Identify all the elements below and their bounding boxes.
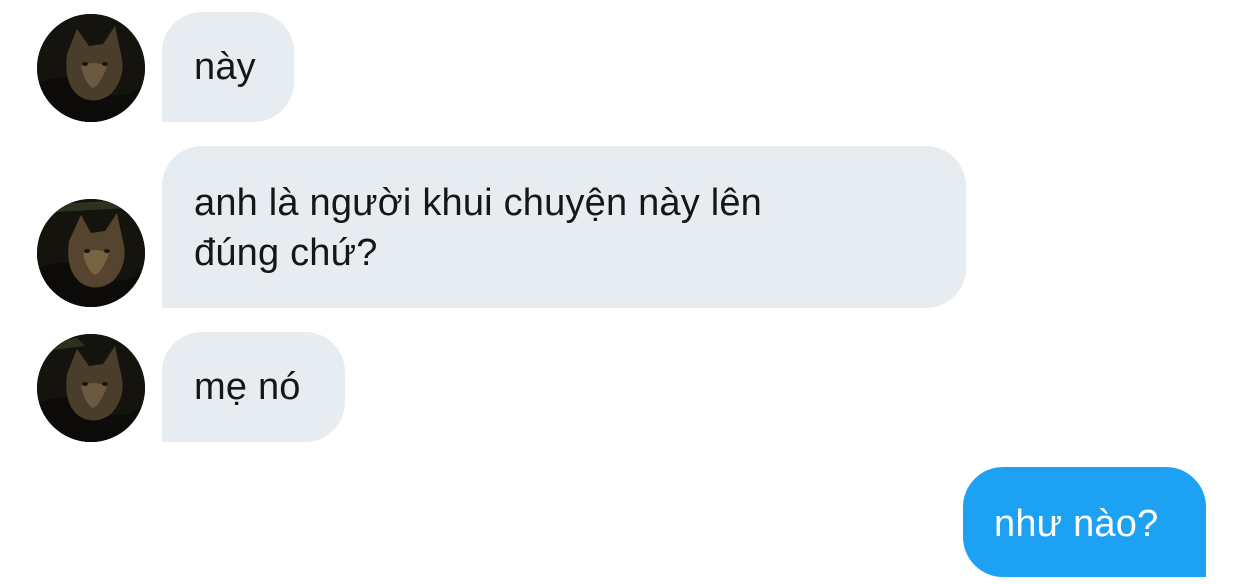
cat-photo-avatar-icon — [37, 199, 145, 307]
sender-avatar[interactable] — [37, 199, 145, 307]
sender-avatar[interactable] — [37, 334, 145, 442]
incoming-message-bubble[interactable]: này — [162, 12, 294, 122]
message-thread: này anh là người khui chuyện này lên đún… — [0, 0, 1242, 584]
sender-avatar[interactable] — [37, 14, 145, 122]
incoming-message-bubble[interactable]: anh là người khui chuyện này lên đúng ch… — [162, 146, 966, 308]
message-text: mẹ nó — [194, 366, 301, 408]
cat-photo-avatar-icon — [37, 334, 145, 442]
message-text: đúng chứ? — [194, 232, 378, 274]
message-text: này — [194, 46, 256, 88]
message-text: anh là người khui chuyện này lên — [194, 182, 763, 224]
incoming-message-bubble[interactable]: mẹ nó — [162, 332, 345, 442]
cat-photo-avatar-icon — [37, 14, 145, 122]
outgoing-message-bubble[interactable]: như nào? — [963, 467, 1206, 577]
message-text: như nào? — [994, 503, 1159, 545]
